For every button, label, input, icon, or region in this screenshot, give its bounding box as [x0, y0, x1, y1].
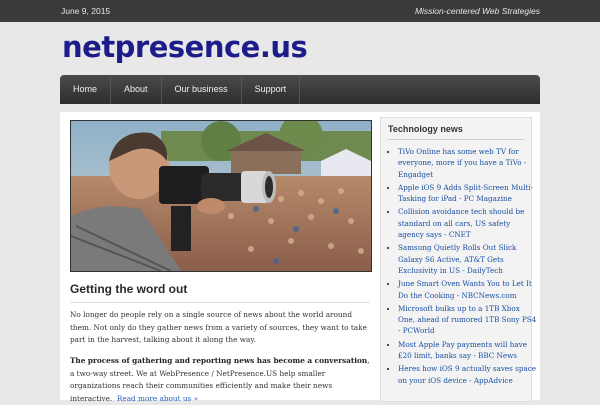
divider — [70, 302, 370, 303]
nav-about[interactable]: About — [111, 75, 162, 104]
news-item: Microsoft bulks up to a 1TB Xbox One, ah… — [398, 303, 538, 337]
news-link[interactable]: June Smart Oven Wants You to Let It Do t… — [398, 279, 532, 299]
news-link[interactable]: Most Apple Pay payments will have £20 li… — [398, 340, 527, 360]
news-item: June Smart Oven Wants You to Let It Do t… — [398, 278, 538, 301]
news-link[interactable]: Heres how iOS 9 actually saves space on … — [398, 364, 536, 384]
hero-image — [70, 120, 372, 272]
news-item: Heres how iOS 9 actually saves space on … — [398, 363, 538, 386]
news-link[interactable]: Microsoft bulks up to a 1TB Xbox One, ah… — [398, 304, 536, 336]
date-label: June 9, 2015 — [61, 6, 111, 16]
nav-home[interactable]: Home — [60, 75, 112, 104]
post-paragraph-2-emphasis: The process of gathering and reporting n… — [70, 356, 368, 365]
news-link[interactable]: Samsung Quietly Rolls Out Slick Galaxy S… — [398, 243, 516, 275]
post-paragraph-2: The process of gathering and reporting n… — [70, 355, 372, 405]
post-paragraph-1: No longer do people rely on a single sou… — [70, 310, 367, 344]
photographer-image — [71, 121, 371, 271]
news-link[interactable]: TiVo Online has some web TV for everyone… — [398, 147, 526, 179]
top-bar: June 9, 2015 Mission-centered Web Strate… — [0, 0, 600, 22]
read-more-link[interactable]: Read more about us » — [117, 394, 198, 403]
news-link[interactable]: Apple iOS 9 Adds Split-Screen Multi-Task… — [398, 183, 533, 203]
tagline: Mission-centered Web Strategies — [414, 6, 540, 16]
news-link[interactable]: Collision avoidance tech should be stand… — [398, 207, 524, 239]
news-item: Apple iOS 9 Adds Split-Screen Multi-Task… — [398, 182, 538, 205]
post-title[interactable]: Getting the word out — [70, 282, 187, 296]
main-nav: Home About Our business Support — [60, 75, 540, 104]
news-item: Most Apple Pay payments will have £20 li… — [398, 339, 538, 362]
nav-our-business[interactable]: Our business — [162, 75, 242, 104]
sidebar-technology-news: Technology news TiVo Online has some web… — [380, 117, 536, 402]
news-item: Samsung Quietly Rolls Out Slick Galaxy S… — [398, 242, 538, 276]
news-list: TiVo Online has some web TV for everyone… — [388, 146, 538, 388]
news-item: TiVo Online has some web TV for everyone… — [398, 146, 538, 180]
sidebar-title: Technology news — [388, 124, 463, 134]
nav-support[interactable]: Support — [242, 75, 301, 104]
news-item: Collision avoidance tech should be stand… — [398, 206, 538, 240]
sidebar-divider — [388, 139, 524, 140]
site-logo[interactable]: netpresence.us — [62, 30, 308, 64]
